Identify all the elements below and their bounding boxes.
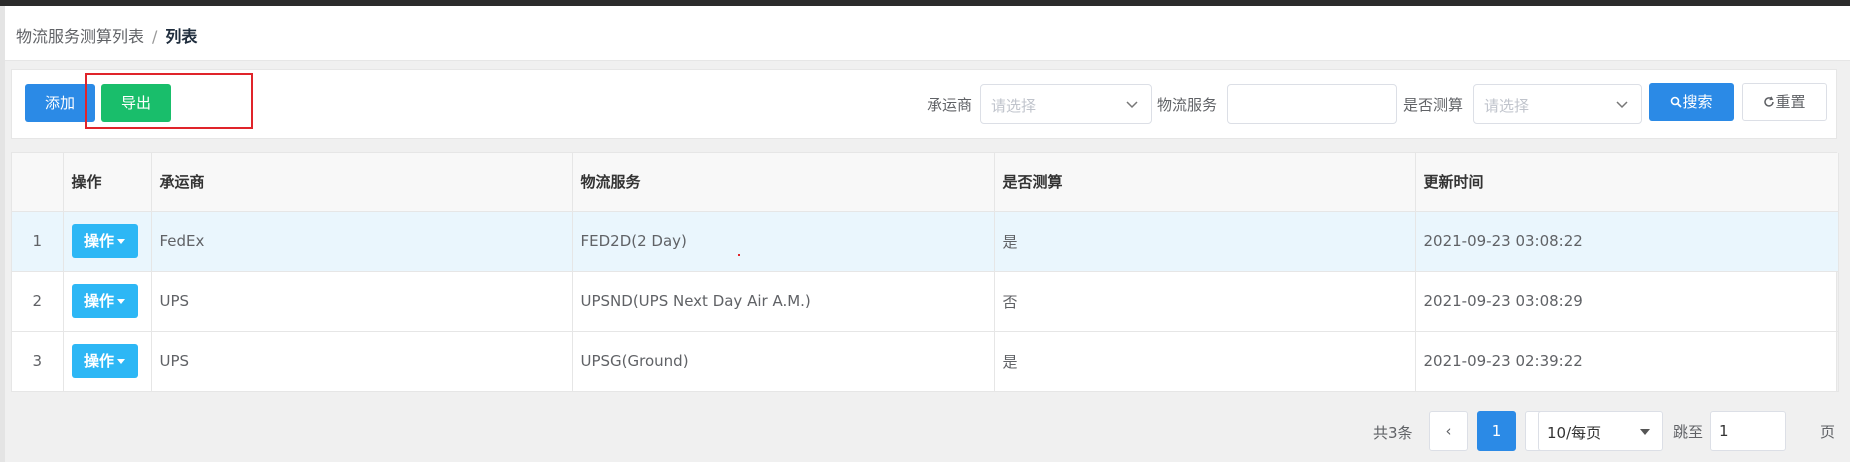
pagination-prev-button[interactable]: ‹	[1429, 411, 1468, 451]
row-service: UPSND(UPS Next Day Air A.M.)	[572, 271, 995, 332]
breadcrumb: 物流服务测算列表 / 列表	[16, 26, 197, 48]
row-service: UPSG(Ground)	[572, 331, 995, 392]
row-updated: 2021-09-23 03:08:22	[1415, 211, 1839, 272]
breadcrumb-parent[interactable]: 物流服务测算列表	[16, 27, 144, 46]
carrier-select[interactable]: 请选择	[980, 84, 1152, 124]
row-carrier: FedEx	[151, 211, 573, 272]
search-button-label: 搜索	[1682, 93, 1713, 111]
operation-dropdown-button[interactable]: 操作	[71, 284, 138, 318]
service-label: 物流服务	[1157, 96, 1218, 114]
header-index	[12, 153, 64, 212]
filter-toolbar: 添加 导出 承运商 请选择 物流服务 是否测算 请选择 搜索 重置	[11, 69, 1837, 139]
row-calc: 否	[994, 271, 1416, 332]
row-index: 2	[12, 271, 64, 332]
jump-label: 跳至	[1673, 423, 1704, 441]
row-updated: 2021-09-23 02:39:22	[1415, 331, 1839, 392]
operation-dropdown-button[interactable]: 操作	[71, 344, 138, 378]
data-table: 操作 承运商 物流服务 是否测算 更新时间 1 操作 FedEx FED2D(2…	[11, 152, 1839, 392]
row-updated: 2021-09-23 03:08:29	[1415, 271, 1839, 332]
row-index: 1	[12, 211, 64, 272]
calc-select-placeholder: 请选择	[1484, 97, 1530, 115]
jump-page-input[interactable]: 1	[1710, 411, 1786, 451]
cursor-dot	[738, 254, 740, 256]
page-size-value: 10/每页	[1547, 424, 1602, 442]
header-service: 物流服务	[572, 153, 995, 212]
caret-down-icon	[1640, 429, 1650, 435]
row-index: 3	[12, 331, 64, 392]
calc-select[interactable]: 请选择	[1473, 84, 1642, 124]
row-carrier: UPS	[151, 271, 573, 332]
caret-down-icon	[117, 299, 125, 304]
row-carrier: UPS	[151, 331, 573, 392]
calc-label: 是否测算	[1403, 96, 1464, 114]
page-header: 物流服务测算列表 / 列表	[5, 6, 1850, 61]
chevron-down-icon	[1616, 101, 1628, 109]
table-row[interactable]: 1 操作 FedEx FED2D(2 Day) 是 2021-09-23 03:…	[12, 211, 1839, 272]
page-unit-label: 页	[1820, 423, 1836, 441]
operation-label: 操作	[83, 232, 114, 250]
header-carrier: 承运商	[151, 153, 573, 212]
row-op-cell: 操作	[63, 211, 152, 272]
row-calc: 是	[994, 211, 1416, 272]
caret-down-icon	[117, 359, 125, 364]
reset-button[interactable]: 重置	[1742, 83, 1827, 121]
service-input[interactable]	[1227, 84, 1397, 124]
breadcrumb-separator: /	[152, 27, 158, 46]
operation-label: 操作	[83, 352, 114, 370]
caret-down-icon	[117, 239, 125, 244]
carrier-select-placeholder: 请选择	[991, 97, 1037, 115]
breadcrumb-current: 列表	[165, 27, 198, 46]
operation-dropdown-button[interactable]: 操作	[71, 224, 138, 258]
row-calc: 是	[994, 331, 1416, 392]
row-op-cell: 操作	[63, 331, 152, 392]
export-button[interactable]: 导出	[101, 84, 171, 122]
table-row[interactable]: 3 操作 UPS UPSG(Ground) 是 2021-09-23 02:39…	[12, 331, 1839, 392]
add-button[interactable]: 添加	[25, 84, 95, 122]
header-operation: 操作	[63, 153, 152, 212]
chevron-down-icon	[1126, 101, 1138, 109]
page-size-select[interactable]: 10/每页	[1538, 411, 1663, 451]
pagination-total: 共3条	[1373, 424, 1413, 442]
search-icon	[1671, 96, 1683, 108]
row-op-cell: 操作	[63, 271, 152, 332]
header-updated: 更新时间	[1415, 153, 1839, 212]
refresh-icon	[1764, 96, 1775, 107]
table-header-row: 操作 承运商 物流服务 是否测算 更新时间	[12, 153, 1839, 212]
search-button[interactable]: 搜索	[1649, 83, 1734, 121]
carrier-label: 承运商	[927, 96, 973, 114]
table-row[interactable]: 2 操作 UPS UPSND(UPS Next Day Air A.M.) 否 …	[12, 271, 1839, 332]
row-service: FED2D(2 Day)	[572, 211, 995, 272]
reset-button-label: 重置	[1775, 93, 1806, 111]
operation-label: 操作	[83, 292, 114, 310]
header-calc: 是否测算	[994, 153, 1416, 212]
pagination-page-1[interactable]: 1	[1477, 411, 1516, 451]
left-strip	[0, 6, 5, 462]
